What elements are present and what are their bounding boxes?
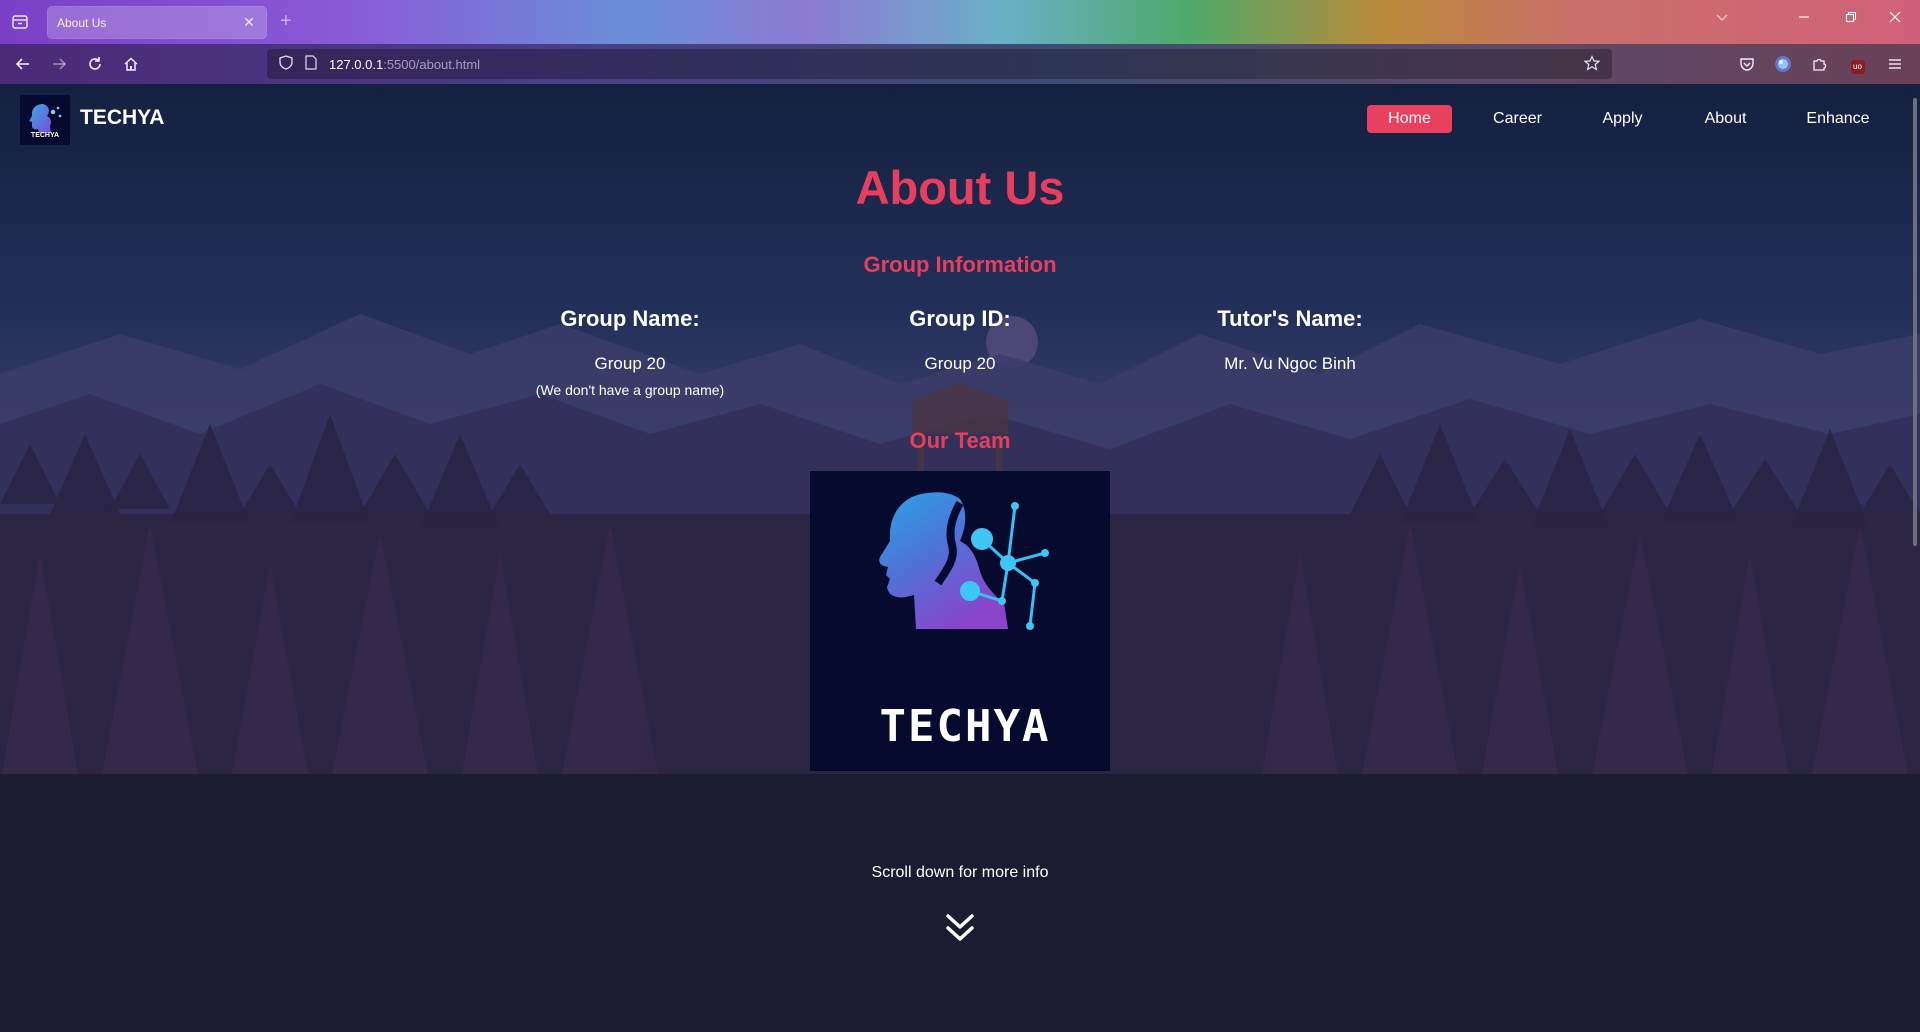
ublock-badge: uo: [1850, 59, 1865, 74]
site-brand[interactable]: TECHYA: [80, 106, 164, 130]
techya-logo-graphic: TECHYA: [879, 492, 1051, 752]
nav-apply[interactable]: Apply: [1580, 105, 1665, 133]
restore-icon[interactable]: [1836, 10, 1866, 26]
menu-hamburger-icon[interactable]: [1883, 52, 1907, 76]
double-chevron-down-icon[interactable]: [945, 912, 975, 944]
team-logo-image: TECHYA: [810, 471, 1110, 771]
forward-icon[interactable]: [47, 52, 71, 76]
group-id-column: Group ID: Group 20: [780, 306, 1140, 374]
extensions-icon[interactable]: [1807, 52, 1831, 76]
list-all-tabs-icon[interactable]: [1707, 10, 1737, 26]
nav-enhance[interactable]: Enhance: [1793, 105, 1883, 133]
minimize-icon[interactable]: [1789, 10, 1819, 26]
page-icon: [305, 55, 317, 73]
head-network-icon: [29, 103, 62, 133]
tutor-column: Tutor's Name: Mr. Vu Ngoc Binh: [1110, 306, 1470, 374]
back-icon[interactable]: [11, 52, 35, 76]
tab-title: About Us: [57, 15, 107, 30]
url-host: 127.0.0.1: [329, 56, 384, 72]
group-info-heading: Group Information: [863, 252, 1057, 277]
close-window-icon[interactable]: [1880, 10, 1910, 26]
team-logo-text: TECHYA: [880, 701, 1051, 752]
nav-home[interactable]: Home: [1367, 105, 1452, 133]
home-icon[interactable]: [119, 52, 143, 76]
group-name-note: (We don't have a group name): [535, 382, 725, 398]
group-name-column: Group Name: Group 20 (We don't have a gr…: [450, 306, 810, 398]
nav-career[interactable]: Career: [1475, 105, 1560, 133]
group-name-value: Group 20: [594, 354, 666, 373]
url-bar[interactable]: 127.0.0.1 :5500/about.html: [267, 49, 1612, 79]
group-id-label: Group ID:: [909, 306, 1011, 331]
group-name-label: Group Name:: [560, 306, 700, 331]
shield-icon[interactable]: [279, 55, 293, 73]
scroll-hint: Scroll down for more info: [871, 864, 1049, 881]
url-path: :5500/about.html: [383, 56, 481, 72]
account-avatar-icon[interactable]: [1771, 52, 1795, 76]
page-viewport: TECHYA TECHYA Home Career Apply About En…: [0, 84, 1920, 1032]
nav-about[interactable]: About: [1683, 105, 1768, 133]
site-logo[interactable]: TECHYA: [20, 95, 70, 145]
our-team-heading: Our Team: [909, 428, 1011, 453]
tab-list-icon[interactable]: [10, 12, 30, 32]
browser-tab[interactable]: About Us ✕: [47, 6, 267, 39]
browser-titlebar: About Us ✕ +: [0, 0, 1920, 44]
page-title: About Us: [855, 161, 1065, 214]
tutor-name-label: Tutor's Name:: [1217, 306, 1363, 331]
tutor-name-value: Mr. Vu Ngoc Binh: [1224, 354, 1356, 373]
site-logo-text: TECHYA: [30, 131, 60, 139]
ublock-icon[interactable]: uo: [1843, 52, 1867, 76]
tab-close-icon[interactable]: ✕: [241, 14, 257, 31]
new-tab-icon[interactable]: +: [280, 10, 292, 32]
bookmark-star-icon[interactable]: [1583, 55, 1601, 75]
reload-icon[interactable]: [83, 52, 107, 76]
page-scrollbar[interactable]: [1910, 84, 1920, 1032]
group-id-value: Group 20: [924, 354, 996, 373]
browser-toolbar: 127.0.0.1 :5500/about.html uo: [0, 44, 1920, 84]
pocket-icon[interactable]: [1735, 52, 1759, 76]
